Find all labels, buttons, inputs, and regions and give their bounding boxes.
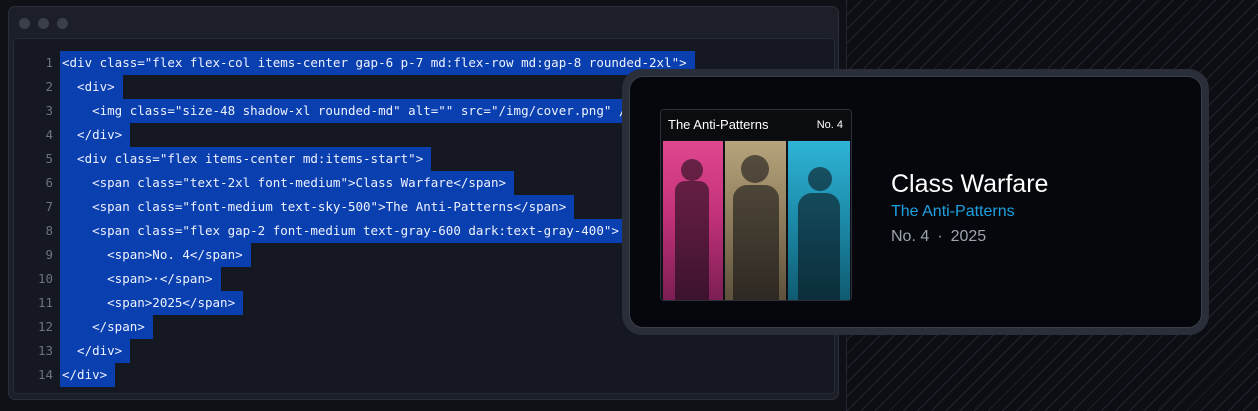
line-number: 8 [45,223,53,238]
line-number: 14 [37,367,53,382]
song-title: Class Warfare [891,170,1049,198]
window-dot-icon [57,18,68,29]
artist-name: The Anti-Patterns [891,203,1015,220]
line-number: 5 [45,151,53,166]
code-text: <img class="size-48 shadow-xl rounded-md… [60,99,642,123]
line-number: 9 [45,247,53,262]
line-number: 6 [45,175,53,190]
track-year: 2025 [950,228,987,245]
line-number: 3 [45,103,53,118]
track-number: No. 4 [891,228,930,245]
preview-card: The Anti-Patterns No. 4 Class Warfare Th… [622,69,1209,335]
preview-card-inner: The Anti-Patterns No. 4 Class Warfare Th… [629,76,1202,328]
window-titlebar [9,7,838,39]
line-number: 2 [45,79,53,94]
code-text: <span class="text-2xl font-medium">Class… [60,171,515,195]
window-dot-icon [19,18,30,29]
code-text: <span>2025</span> [60,291,244,315]
code-line: 3 <img class="size-48 shadow-xl rounded-… [14,99,695,123]
line-number: 13 [37,343,53,358]
code-text: </div> [60,123,131,147]
code-text: <span class="font-medium text-sky-500">T… [60,195,575,219]
code-line: 7 <span class="font-medium text-sky-500"… [14,195,695,219]
code-line: 9 <span>No. 4</span> [14,243,695,267]
line-number: 10 [37,271,53,286]
line-number: 1 [45,55,53,70]
cover-title: The Anti-Patterns [668,117,769,132]
code-line: 5 <div class="flex items-center md:items… [14,147,695,171]
cover-number: No. 4 [816,119,843,131]
meta-separator: · [937,228,943,245]
cover-panel-cyan [788,141,850,300]
window-dot-icon [38,18,49,29]
code-text: <span>·</span> [60,267,221,291]
code-line: 14 </div> [14,363,695,387]
code-line: 6 <span class="text-2xl font-medium">Cla… [14,171,695,195]
code-text: <div> [60,75,123,99]
code-line: 12 </span> [14,315,695,339]
cover-panel-pink [663,141,723,300]
code-line: 2 <div> [14,75,695,99]
album-cover: The Anti-Patterns No. 4 [660,109,852,301]
code-text: </div> [60,363,116,387]
code-line: 13 </div> [14,339,695,363]
code-text: <span>No. 4</span> [60,243,251,267]
code-lines: 1 <div class="flex flex-col items-center … [14,51,695,387]
code-text: </div> [60,339,131,363]
code-line: 8 <span class="flex gap-2 font-medium te… [14,219,695,243]
code-line: 11 <span>2025</span> [14,291,695,315]
code-text: <div class="flex flex-col items-center g… [60,51,695,75]
track-info: Class Warfare The Anti-Patterns No. 4 · 20… [891,169,1048,249]
line-number: 4 [45,127,53,142]
cover-panel-sepia [725,141,786,300]
code-line: 10 <span>·</span> [14,267,695,291]
code-text: <span class="flex gap-2 font-medium text… [60,219,627,243]
code-line: 1 <div class="flex flex-col items-center … [14,51,695,75]
line-number: 7 [45,199,53,214]
code-text: <div class="flex items-center md:items-s… [60,147,432,171]
track-meta: No. 4 · 2025 [891,225,1048,249]
line-number: 11 [37,295,53,310]
code-text: </span> [60,315,153,339]
line-number: 12 [37,319,53,334]
cover-header: The Anti-Patterns No. 4 [661,110,851,140]
code-line: 4 </div> [14,123,695,147]
